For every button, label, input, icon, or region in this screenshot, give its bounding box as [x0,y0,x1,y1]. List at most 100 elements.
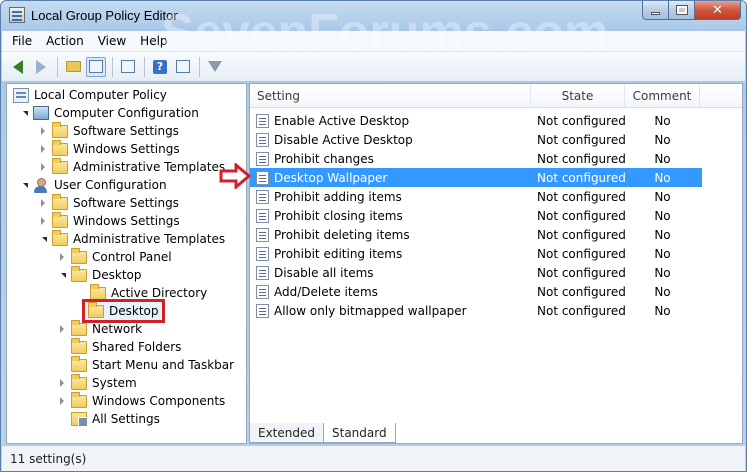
tab-standard[interactable]: Standard [323,423,396,443]
list-row[interactable]: Prohibit deleting items Not configured N… [250,225,702,244]
list-row[interactable]: Add/Delete items Not configured No [250,282,702,301]
export-list-button[interactable] [118,57,138,77]
collapse-arrow-icon[interactable] [38,144,48,154]
back-arrow-icon [13,59,23,74]
policy-editor-icon [9,7,25,23]
tree-item-system[interactable]: System [57,373,137,392]
tab-extended[interactable]: Extended [249,423,324,443]
column-header-state[interactable]: State [531,84,625,108]
user-icon [33,177,49,193]
tree-item-cc-software-settings[interactable]: Software Settings [38,121,179,140]
collapse-arrow-icon[interactable] [38,162,48,172]
up-level-button[interactable] [63,57,83,77]
column-header-comment[interactable]: Comment [625,84,700,108]
collapse-arrow-icon[interactable] [57,396,67,406]
setting-state: Not configured [537,265,626,280]
setting-name: Disable all items [274,265,374,280]
list-row[interactable]: Allow only bitmapped wallpaper Not confi… [250,301,702,320]
collapse-arrow-icon[interactable] [57,252,67,262]
settings-list[interactable]: Setting State Comment Enable Active Desk… [249,83,743,444]
show-hide-tree-button[interactable] [86,56,106,77]
setting-comment: No [654,265,671,280]
window-title: Local Group Policy Editor [31,8,178,23]
filter-button[interactable] [205,57,225,77]
tree-item-uc-software-settings[interactable]: Software Settings [38,193,179,212]
setting-name: Add/Delete items [274,284,378,299]
setting-name: Desktop Wallpaper [274,170,388,185]
list-row[interactable]: Prohibit editing items Not configured No [250,244,702,263]
collapse-arrow-icon[interactable] [38,216,48,226]
forward-arrow-icon [36,59,46,74]
tree-item-local-computer-policy[interactable]: Local Computer Policy [13,86,167,104]
tree-item-network[interactable]: Network [57,319,143,338]
collapse-arrow-icon[interactable] [57,324,67,334]
tree-item-active-directory[interactable]: Active Directory [76,283,207,302]
tree-item-cc-windows-settings[interactable]: Windows Settings [38,139,180,158]
help-icon: ? [153,59,167,74]
setting-name: Prohibit editing items [274,246,403,261]
folder-icon [71,265,87,282]
tree-item-cc-admin-templates[interactable]: Administrative Templates [38,157,225,176]
column-header-setting[interactable]: Setting [250,84,531,108]
title-bar[interactable]: Local Group Policy Editor ✕ [1,1,746,31]
policy-setting-icon [256,151,269,166]
expand-arrow-icon[interactable] [19,180,29,190]
policy-setting-icon [256,284,269,299]
tree-item-desktop-child[interactable]: Desktop [82,299,165,323]
toolbar: ? [2,52,745,82]
tree-item-shared-folders[interactable]: Shared Folders [57,337,181,356]
list-row[interactable]: Enable Active Desktop Not configured No [250,111,702,130]
tree-item-uc-admin-templates[interactable]: Administrative Templates [38,229,225,248]
tree-item-uc-windows-settings[interactable]: Windows Settings [38,211,180,230]
tree-item-windows-components[interactable]: Windows Components [57,391,226,410]
menu-file[interactable]: File [12,34,32,48]
forward-button[interactable] [31,57,51,77]
tree-label: Network [92,322,143,336]
list-header: Setting State Comment [250,84,742,108]
collapse-arrow-icon[interactable] [38,198,48,208]
list-row[interactable]: Prohibit changes Not configured No [250,149,702,168]
minimize-button[interactable] [642,1,669,20]
setting-state: Not configured [537,208,626,223]
tree-item-desktop[interactable]: Desktop [57,265,142,284]
collapse-arrow-icon[interactable] [38,126,48,136]
menu-view[interactable]: View [98,34,126,48]
tree-label: Desktop [92,268,142,282]
filter-icon [208,61,222,72]
expand-arrow-icon[interactable] [57,270,67,280]
tree-label: Windows Components [92,394,226,408]
view-tabs: Extended Standard [249,423,396,443]
properties-button[interactable] [173,57,193,77]
red-arrow-annotation [219,163,251,189]
folder-icon [71,391,87,408]
setting-state: Not configured [537,284,626,299]
list-row[interactable]: Prohibit closing items Not configured No [250,206,702,225]
tree-item-all-settings[interactable]: All Settings [57,410,160,428]
expand-arrow-icon[interactable] [38,234,48,244]
tree-item-start-menu-taskbar[interactable]: Start Menu and Taskbar [57,355,234,374]
tree-item-control-panel[interactable]: Control Panel [57,247,172,266]
maximize-icon [675,5,688,15]
all-settings-icon [71,412,88,427]
tree-item-computer-configuration[interactable]: Computer Configuration [19,104,199,122]
list-row[interactable]: Disable Active Desktop Not configured No [250,130,702,149]
tree-label: Local Computer Policy [34,88,167,102]
setting-state: Not configured [537,246,626,261]
list-row[interactable]: Prohibit adding items Not configured No [250,187,702,206]
menu-action[interactable]: Action [46,34,84,48]
help-button[interactable]: ? [150,57,170,77]
expand-arrow-icon[interactable] [19,108,29,118]
setting-comment: No [654,303,671,318]
tree-item-user-configuration[interactable]: User Configuration [19,176,167,194]
list-row[interactable]: Disable all items Not configured No [250,263,702,282]
console-tree[interactable]: Local Computer Policy Computer Configura… [6,83,247,444]
menu-help[interactable]: Help [140,34,167,48]
collapse-arrow-icon[interactable] [57,378,67,388]
console-tree-icon [89,60,103,73]
list-row-selected[interactable]: Desktop Wallpaper Not configured No [250,168,702,187]
menu-bar: File Action View Help [2,31,745,52]
back-button[interactable] [8,57,28,77]
close-button[interactable]: ✕ [695,1,741,20]
maximize-button[interactable] [669,1,695,20]
setting-comment: No [654,246,671,261]
